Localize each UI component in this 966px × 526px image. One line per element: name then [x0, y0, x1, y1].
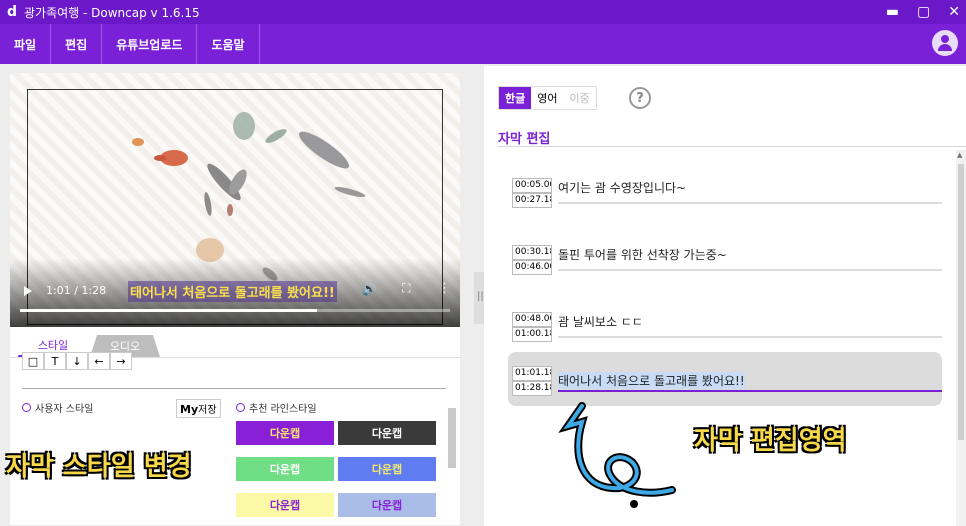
- tab-english[interactable]: 영어: [531, 87, 563, 109]
- tab-korean[interactable]: 한글: [499, 87, 532, 109]
- recommended-style-radio[interactable]: 추천 라인스타일: [236, 400, 317, 415]
- style-panel-scrollbar[interactable]: [448, 408, 456, 468]
- subtitle-text[interactable]: 여기는 괌 수영장입니다~: [558, 179, 686, 196]
- subtitle-entry[interactable]: 00:05.00 00:27.18 여기는 괌 수영장입니다~: [508, 164, 944, 218]
- start-time-field[interactable]: 00:48.00: [512, 312, 552, 327]
- fullscreen-icon[interactable]: ⛶: [402, 281, 410, 296]
- radio-icon: [236, 403, 245, 412]
- video-time: 1:01 / 1:28: [46, 284, 107, 297]
- close-icon[interactable]: ✕: [948, 4, 960, 20]
- arrow-down-icon[interactable]: ↓: [66, 352, 88, 370]
- annotation-subtitle-edit-area: 자막 편집영역: [694, 426, 847, 456]
- start-time-field[interactable]: 00:05.00: [512, 178, 552, 193]
- style-preset-blue[interactable]: 다운캡: [338, 457, 436, 481]
- menu-file[interactable]: 파일: [0, 24, 52, 64]
- video-progress-bar[interactable]: [20, 309, 450, 312]
- subtitle-underline: [558, 269, 942, 271]
- section-title: 자막 편집: [498, 132, 551, 147]
- subtitle-underline: [558, 202, 942, 204]
- radio-icon: [22, 403, 31, 412]
- app-logo: d: [6, 4, 18, 20]
- window-title: 광가족여행 - Downcap v 1.6.15: [24, 5, 200, 20]
- menu-edit[interactable]: 편집: [51, 24, 103, 64]
- help-icon[interactable]: ?: [629, 87, 651, 109]
- style-preset-dark[interactable]: 다운캡: [338, 421, 436, 445]
- start-time-field[interactable]: 00:30.18: [512, 245, 552, 260]
- language-tabs: 한글 영어 이중: [498, 86, 597, 110]
- box-style-icon[interactable]: □: [22, 352, 44, 370]
- video-controls: 1:01 / 1:28 태어나서 처음으로 돌고래를 봤어요!! 🔊 ⛶ ⋮: [10, 277, 460, 307]
- annotation-swirl-arrow: [558, 402, 676, 508]
- play-icon[interactable]: [24, 286, 32, 296]
- subtitle-text[interactable]: 괌 날씨보소 ㄷㄷ: [558, 313, 643, 330]
- subtitle-text[interactable]: 돌핀 투어를 위한 선착장 가는중~: [558, 246, 727, 263]
- title-bar: d 광가족여행 - Downcap v 1.6.15 ▬ ▢ ✕: [0, 0, 966, 24]
- text-style-icon[interactable]: T: [44, 352, 66, 370]
- style-preset-yellow[interactable]: 다운캡: [236, 493, 334, 517]
- minimize-icon[interactable]: ▬: [886, 4, 899, 20]
- subtitle-text[interactable]: 태어나서 처음으로 돌고래를 봤어요!!: [558, 372, 745, 389]
- recommended-style-label: 추천 라인스타일: [249, 404, 317, 415]
- style-preset-lightblue[interactable]: 다운캡: [338, 493, 436, 517]
- menu-youtube-upload[interactable]: 유튜브업로드: [102, 24, 198, 64]
- scroll-up-icon[interactable]: ▲: [957, 151, 962, 159]
- maximize-icon[interactable]: ▢: [917, 4, 930, 20]
- more-options-icon[interactable]: ⋮: [438, 281, 451, 296]
- menu-help[interactable]: 도움말: [197, 24, 260, 64]
- style-toolbar: □ T ↓ ← →: [22, 352, 132, 370]
- user-style-label: 사용자 스타일: [35, 404, 94, 415]
- tab-dual[interactable]: 이중: [564, 87, 596, 109]
- user-avatar-icon[interactable]: [932, 30, 958, 56]
- my-save-button[interactable]: My저장: [176, 399, 221, 418]
- scrollbar-thumb[interactable]: [958, 164, 964, 440]
- subtitle-entry[interactable]: 00:30.18 00:46.00 돌핀 투어를 위한 선착장 가는중~: [508, 231, 944, 285]
- end-time-field[interactable]: 00:27.18: [512, 193, 552, 208]
- divider: [22, 388, 446, 389]
- arrow-left-icon[interactable]: ←: [88, 352, 110, 370]
- panel-splitter[interactable]: ||: [474, 272, 484, 324]
- start-time-field[interactable]: 01:01.18: [512, 366, 552, 381]
- video-subtitle: 태어나서 처음으로 돌고래를 봤어요!!: [128, 281, 337, 302]
- subtitle-underline: [558, 390, 942, 392]
- end-time-field[interactable]: 01:00.18: [512, 327, 552, 342]
- divider: [498, 146, 966, 147]
- style-preset-green[interactable]: 다운캡: [236, 457, 334, 481]
- video-player[interactable]: 1:01 / 1:28 태어나서 처음으로 돌고래를 봤어요!! 🔊 ⛶ ⋮: [10, 73, 460, 327]
- style-panel: □ T ↓ ← → 사용자 스타일 My저장 추천 라인스타일 다운캡 다운캡 …: [10, 352, 460, 525]
- end-time-field[interactable]: 01:28.18: [512, 381, 552, 396]
- end-time-field[interactable]: 00:46.00: [512, 260, 552, 275]
- subtitle-entry[interactable]: 00:48.00 01:00.18 괌 날씨보소 ㄷㄷ: [508, 298, 944, 352]
- user-style-radio[interactable]: 사용자 스타일: [22, 400, 93, 415]
- annotation-style-change: 자막 스타일 변경: [6, 452, 192, 482]
- subtitle-underline: [558, 336, 942, 338]
- video-progress-fill: [20, 309, 317, 312]
- volume-icon[interactable]: 🔊: [362, 282, 377, 296]
- style-preset-purple[interactable]: 다운캡: [236, 421, 334, 445]
- arrow-right-icon[interactable]: →: [110, 352, 132, 370]
- menu-bar: 파일 편집 유튜브업로드 도움말: [0, 24, 966, 64]
- subtitle-scrollbar[interactable]: ▲: [956, 150, 966, 526]
